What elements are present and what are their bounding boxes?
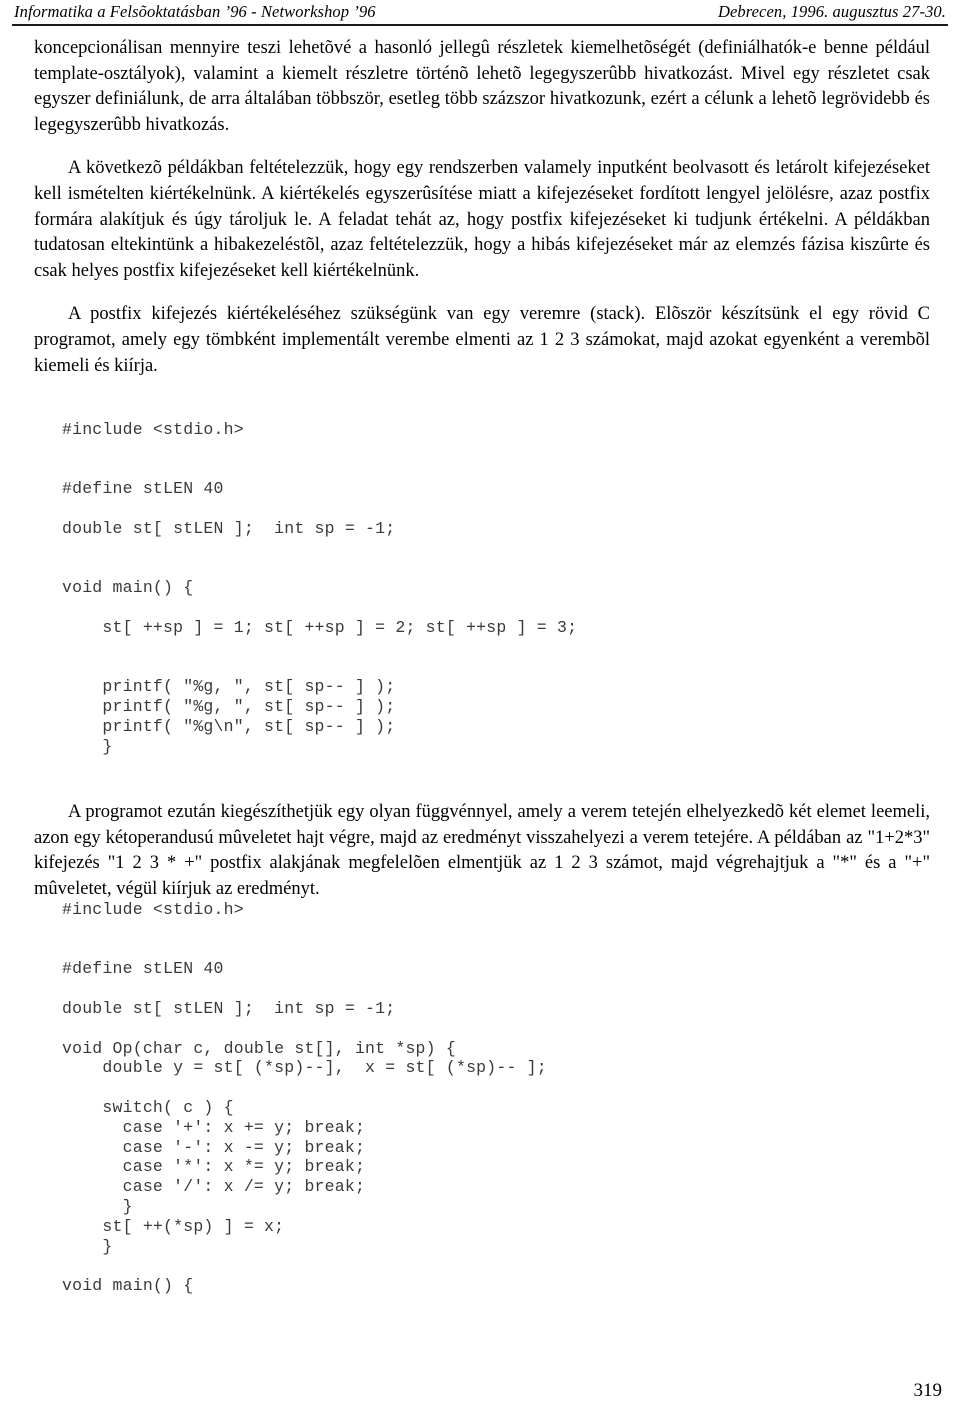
body-text-lower: A programot ezután kiegészíthetjük egy o… — [34, 800, 930, 902]
paragraph-4: A programot ezután kiegészíthetjük egy o… — [34, 802, 930, 899]
paragraph-2: A következõ példákban feltételezzük, hog… — [34, 158, 930, 281]
code-block-2: #include <stdio.h> #define stLEN 40 doub… — [62, 900, 547, 1296]
code-block-2-container: #include <stdio.h> #define stLEN 40 doub… — [34, 900, 914, 1296]
running-head-right: Debrecen, 1996. augusztus 27-30. — [717, 2, 946, 21]
page-number: 319 — [913, 1380, 943, 1401]
code-block-1-container: #include <stdio.h> #define stLEN 40 doub… — [34, 420, 914, 757]
running-head-left: Informatika a Felsõoktatásban ’96 - Netw… — [14, 2, 376, 21]
running-head-rule — [12, 24, 948, 26]
paragraph-3: A postfix kifejezés kiértékeléséhez szük… — [34, 304, 930, 376]
body-text-upper: koncepcionálisan mennyire teszi lehetõvé… — [34, 36, 930, 379]
running-head: Informatika a Felsõoktatásban ’96 - Netw… — [14, 2, 946, 24]
paragraph-1: koncepcionálisan mennyire teszi lehetõvé… — [34, 38, 930, 135]
document-page: Informatika a Felsõoktatásban ’96 - Netw… — [0, 0, 960, 1414]
code-block-1: #include <stdio.h> #define stLEN 40 doub… — [62, 420, 578, 756]
